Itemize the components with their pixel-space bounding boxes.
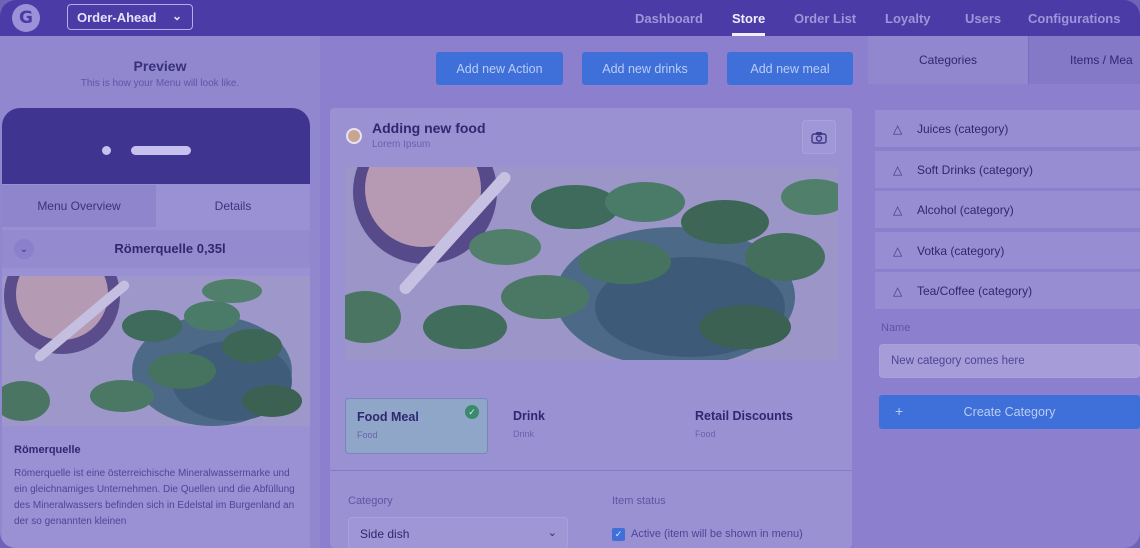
add-meal-button[interactable]: Add new meal [727, 52, 853, 85]
type-subtitle: Food [695, 429, 716, 439]
category-item-votka[interactable]: △ Votka (category) [875, 232, 1140, 270]
app-frame: G Order-Ahead ⌄ Dashboard Store Order Li… [0, 0, 1140, 548]
category-item-label: Tea/Coffee (category) [917, 283, 1033, 298]
camera-icon [811, 131, 827, 144]
nav-configurations[interactable]: Configurations [1028, 0, 1120, 36]
category-item-alcohol[interactable]: △ Alcohol (category) [875, 191, 1140, 229]
phone-camera-dot [102, 146, 111, 155]
chevron-down-icon: ⌄ [547, 527, 557, 539]
add-drinks-button[interactable]: Add new drinks [582, 52, 708, 85]
name-label: Name [881, 322, 911, 334]
preview-title: Preview [133, 58, 187, 74]
flask-icon: △ [893, 162, 903, 177]
type-retail-discounts[interactable]: Retail Discounts Food [684, 398, 844, 454]
tab-menu-overview[interactable]: Menu Overview [2, 185, 156, 227]
editor-title: Adding new food [372, 120, 486, 136]
active-checkbox[interactable]: ✓ [612, 528, 625, 541]
category-item-tea-coffee[interactable]: △ Tea/Coffee (category) [875, 272, 1140, 310]
checkmark-icon: ✓ [465, 405, 479, 419]
type-drink[interactable]: Drink Drink [502, 398, 662, 454]
category-name-input[interactable]: New category comes here [879, 344, 1140, 378]
plus-icon: + [895, 403, 904, 419]
flask-icon: △ [893, 243, 903, 258]
category-item-label: Juices (category) [917, 121, 1009, 136]
chevron-down-icon[interactable]: ⌄ [14, 239, 34, 259]
chevron-down-icon: ⌄ [171, 9, 182, 23]
category-item-label: Alcohol (category) [917, 202, 1014, 217]
store-selector[interactable]: Order-Ahead ⌄ [67, 4, 193, 30]
category-label: Category [348, 495, 393, 507]
active-checkbox-label: Active (item will be shown in menu) [631, 528, 803, 540]
type-subtitle: Food [357, 430, 378, 440]
category-value: Side dish [360, 527, 410, 541]
item-status-label: Item status [612, 495, 666, 507]
type-title: Retail Discounts [695, 409, 793, 423]
type-subtitle: Drink [513, 429, 535, 439]
nav-store[interactable]: Store [732, 0, 766, 36]
tab-categories[interactable]: Categories [868, 36, 1028, 84]
description-title: Römerquelle [14, 444, 81, 456]
food-image-preview [2, 276, 310, 426]
nav-order-list[interactable]: Order List [794, 0, 856, 36]
type-food-meal[interactable]: Food Meal Food ✓ [345, 398, 488, 454]
product-name: Römerquelle 0,35l [114, 241, 226, 256]
food-bowl-icon [346, 128, 362, 144]
flask-icon: △ [893, 121, 903, 136]
tab-items-meals[interactable]: Items / Mea [1028, 36, 1140, 84]
flask-icon: △ [893, 283, 903, 298]
category-item-label: Soft Drinks (category) [917, 162, 1034, 177]
store-selector-label: Order-Ahead [77, 9, 157, 25]
add-action-button[interactable]: Add new Action [436, 52, 563, 85]
create-category-button[interactable]: + Create Category [879, 395, 1140, 429]
flask-icon: △ [893, 202, 903, 217]
food-image-upload[interactable] [345, 167, 838, 360]
category-item-soft-drinks[interactable]: △ Soft Drinks (category) [875, 151, 1140, 189]
nav-dashboard[interactable]: Dashboard [635, 0, 703, 36]
description-text: Römerquelle ist eine österreichische Min… [14, 468, 295, 527]
type-title: Drink [513, 409, 545, 423]
category-item-label: Votka (category) [917, 243, 1005, 258]
category-select[interactable]: Side dish ⌄ [348, 517, 568, 548]
phone-speaker-bar [131, 146, 191, 155]
brand-logo-icon[interactable]: G [12, 4, 40, 32]
preview-subtitle: This is how your Menu will look like. [80, 78, 240, 89]
camera-button[interactable] [802, 120, 836, 154]
tab-details[interactable]: Details [156, 185, 310, 227]
create-category-label: Create Category [963, 405, 1056, 419]
divider [330, 470, 852, 471]
category-item-juices[interactable]: △ Juices (category) [875, 110, 1140, 148]
editor-subtitle: Lorem Ipsum [372, 139, 431, 150]
nav-loyalty[interactable]: Loyalty [885, 0, 931, 36]
top-nav-bar: G Order-Ahead ⌄ Dashboard Store Order Li… [0, 0, 1140, 36]
nav-users[interactable]: Users [965, 0, 1001, 36]
